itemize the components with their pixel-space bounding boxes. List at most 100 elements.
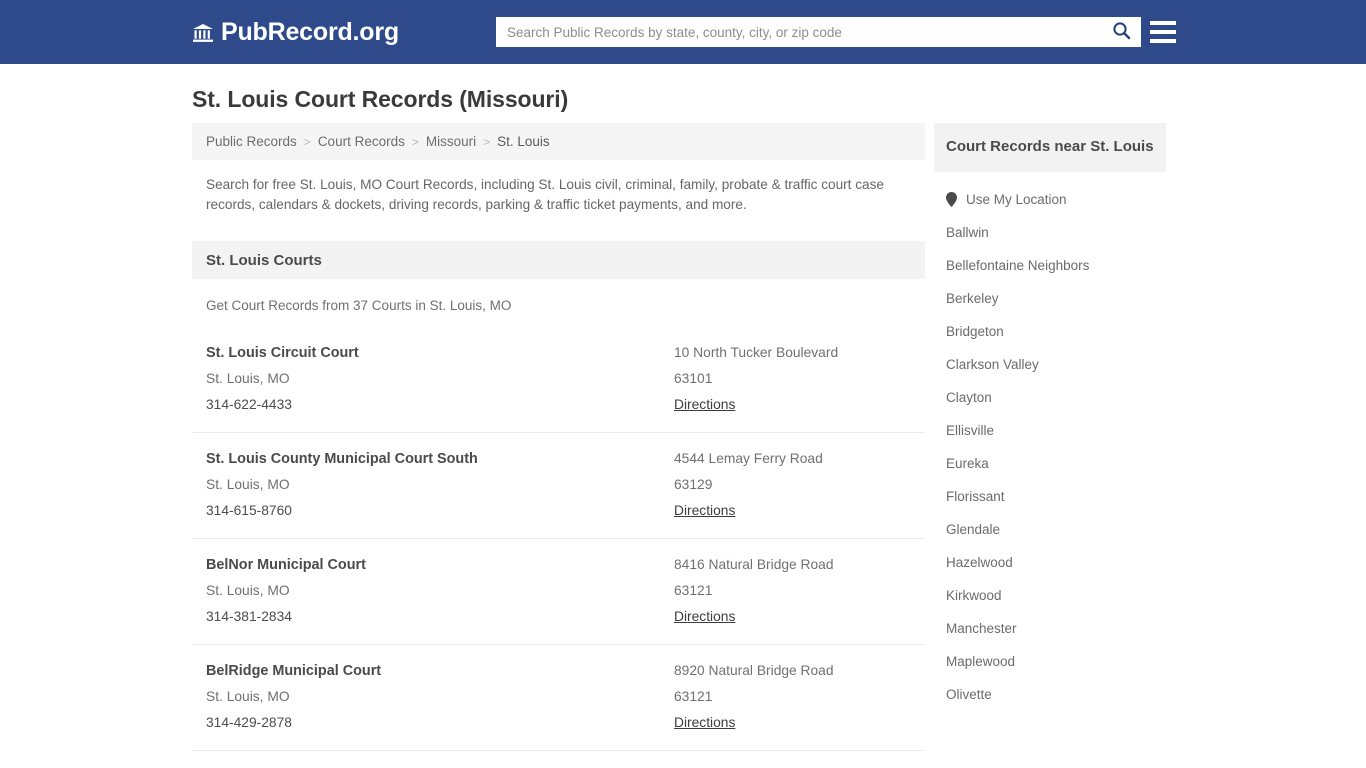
court-info-right: 8920 Natural Bridge Road 63121 Direction… — [674, 658, 911, 736]
sidebar-item-label: Clarkson Valley — [946, 357, 1039, 372]
court-phone: 314-381-2834 — [206, 609, 292, 624]
sidebar-item-link[interactable]: Florissant — [946, 489, 1154, 504]
sidebar-item-label: Bellefontaine Neighbors — [946, 258, 1090, 273]
hamburger-bar — [1150, 21, 1176, 25]
court-zip: 63129 — [674, 477, 713, 492]
directions-link[interactable]: Directions — [674, 604, 735, 630]
court-city: St. Louis, MO — [206, 371, 290, 386]
breadcrumb-item-public-records[interactable]: Public Records — [206, 134, 297, 149]
sidebar-item-label: Ellisville — [946, 423, 995, 438]
search-input[interactable] — [497, 18, 1102, 46]
sidebar-item-link[interactable]: Hazelwood — [946, 555, 1154, 570]
directions-link[interactable]: Directions — [674, 392, 735, 418]
breadcrumb-separator: > — [483, 134, 491, 149]
sidebar-item-link[interactable]: Ballwin — [946, 225, 1154, 240]
sidebar-item-link[interactable]: Maplewood — [946, 654, 1154, 669]
sidebar-item-label: Maplewood — [946, 654, 1016, 669]
sidebar-item-link[interactable]: Manchester — [946, 621, 1154, 636]
court-zip: 63101 — [674, 371, 713, 386]
sidebar-item-label: Berkeley — [946, 291, 999, 306]
sidebar-item-link[interactable]: Olivette — [946, 687, 1154, 702]
search-button[interactable] — [1102, 18, 1140, 46]
sidebar-item-label: Use My Location — [966, 192, 1067, 207]
sidebar-item-label: Manchester — [946, 621, 1017, 636]
site-header: PubRecord.org — [0, 0, 1366, 64]
court-info-right: 751 Avenue H 63125 Directions — [674, 764, 911, 768]
courts-section-header: St. Louis Courts — [192, 241, 925, 279]
sidebar-item-label: Ballwin — [946, 225, 989, 240]
sidebar-item-eureka[interactable]: Eureka — [934, 447, 1166, 480]
sidebar-item-link[interactable]: Glendale — [946, 522, 1154, 537]
sidebar-title: Court Records near St. Louis — [946, 138, 1154, 155]
sidebar-item-manchester[interactable]: Manchester — [934, 612, 1166, 645]
sidebar-item-label: Clayton — [946, 390, 992, 405]
directions-link[interactable]: Directions — [674, 710, 735, 736]
breadcrumb-item-st-louis: St. Louis — [497, 134, 550, 149]
court-info-left: Bella Villa Municipal Court St. Louis, M… — [206, 764, 674, 768]
court-name: Bella Villa Municipal Court — [206, 764, 674, 768]
sidebar-item-bellefontaine-neighbors[interactable]: Bellefontaine Neighbors — [934, 249, 1166, 282]
sidebar-city-list: Use My Location Ballwin Bellefontaine Ne… — [934, 172, 1166, 711]
site-logo-text: PubRecord.org — [221, 18, 399, 46]
sidebar-item-florissant[interactable]: Florissant — [934, 480, 1166, 513]
sidebar-item-ellisville[interactable]: Ellisville — [934, 414, 1166, 447]
court-address: 10 North Tucker Boulevard — [674, 345, 839, 360]
courts-list: St. Louis Circuit Court St. Louis, MO 31… — [192, 327, 925, 768]
sidebar-item-link[interactable]: Bridgeton — [946, 324, 1154, 339]
sidebar-item-clayton[interactable]: Clayton — [934, 381, 1166, 414]
court-address: 751 Avenue H — [674, 764, 911, 768]
breadcrumb-item-missouri[interactable]: Missouri — [426, 134, 476, 149]
sidebar-item-link[interactable]: Clayton — [946, 390, 1154, 405]
sidebar-item-label: Hazelwood — [946, 555, 1013, 570]
sidebar-item-link[interactable]: Berkeley — [946, 291, 1154, 306]
sidebar-item-label: Eureka — [946, 456, 989, 471]
hamburger-menu-icon[interactable] — [1150, 19, 1176, 45]
hamburger-bar — [1150, 39, 1176, 43]
bank-building-icon — [192, 22, 214, 44]
directions-link[interactable]: Directions — [674, 498, 735, 524]
site-logo-link[interactable]: PubRecord.org — [192, 18, 399, 47]
sidebar-item-olivette[interactable]: Olivette — [934, 678, 1166, 711]
sidebar-item-use-my-location[interactable]: Use My Location — [934, 183, 1166, 216]
search-bar — [496, 17, 1141, 47]
court-zip: 63121 — [674, 583, 713, 598]
sidebar-item-berkeley[interactable]: Berkeley — [934, 282, 1166, 315]
sidebar-item-clarkson-valley[interactable]: Clarkson Valley — [934, 348, 1166, 381]
location-pin-icon — [946, 192, 957, 207]
court-name: St. Louis Circuit Court — [206, 345, 359, 361]
sidebar-item-link[interactable]: Eureka — [946, 456, 1154, 471]
sidebar-item-hazelwood[interactable]: Hazelwood — [934, 546, 1166, 579]
sidebar-item-ballwin[interactable]: Ballwin — [934, 216, 1166, 249]
sidebar-item-label: Glendale — [946, 522, 1001, 537]
sidebar-item-link[interactable]: Kirkwood — [946, 588, 1154, 603]
sidebar-item-link[interactable]: Clarkson Valley — [946, 357, 1154, 372]
court-address: 8416 Natural Bridge Road — [674, 557, 834, 572]
sidebar-item-bridgeton[interactable]: Bridgeton — [934, 315, 1166, 348]
sidebar-item-link[interactable]: Bellefontaine Neighbors — [946, 258, 1154, 273]
sidebar-item-glendale[interactable]: Glendale — [934, 513, 1166, 546]
table-row: BelNor Municipal Court St. Louis, MO 314… — [192, 539, 925, 645]
courts-section-note: Get Court Records from 37 Courts in St. … — [206, 298, 512, 313]
court-phone: 314-615-8760 — [206, 503, 292, 518]
court-name: BelRidge Municipal Court — [206, 663, 382, 679]
sidebar-item-link[interactable]: Ellisville — [946, 423, 1154, 438]
court-info-right: 10 North Tucker Boulevard 63101 Directio… — [674, 340, 911, 418]
table-row: Bella Villa Municipal Court St. Louis, M… — [192, 751, 925, 768]
sidebar-item-maplewood[interactable]: Maplewood — [934, 645, 1166, 678]
use-my-location-link[interactable]: Use My Location — [946, 192, 1154, 207]
nearby-sidebar: Court Records near St. Louis Use My Loca… — [934, 123, 1166, 711]
breadcrumb-separator: > — [411, 134, 419, 149]
sidebar-item-kirkwood[interactable]: Kirkwood — [934, 579, 1166, 612]
breadcrumb: Public Records > Court Records > Missour… — [192, 123, 925, 160]
page-description: Search for free St. Louis, MO Court Reco… — [206, 177, 884, 212]
table-row: St. Louis Circuit Court St. Louis, MO 31… — [192, 327, 925, 433]
court-phone: 314-429-2878 — [206, 715, 292, 730]
court-info-left: BelNor Municipal Court St. Louis, MO 314… — [206, 552, 674, 630]
court-name: St. Louis County Municipal Court South — [206, 451, 478, 467]
court-name: BelNor Municipal Court — [206, 557, 366, 573]
page-title: St. Louis Court Records (Missouri) — [192, 86, 569, 112]
court-city: St. Louis, MO — [206, 477, 290, 492]
courts-section-title: St. Louis Courts — [206, 251, 322, 269]
breadcrumb-item-court-records[interactable]: Court Records — [318, 134, 405, 149]
court-city: St. Louis, MO — [206, 689, 290, 704]
